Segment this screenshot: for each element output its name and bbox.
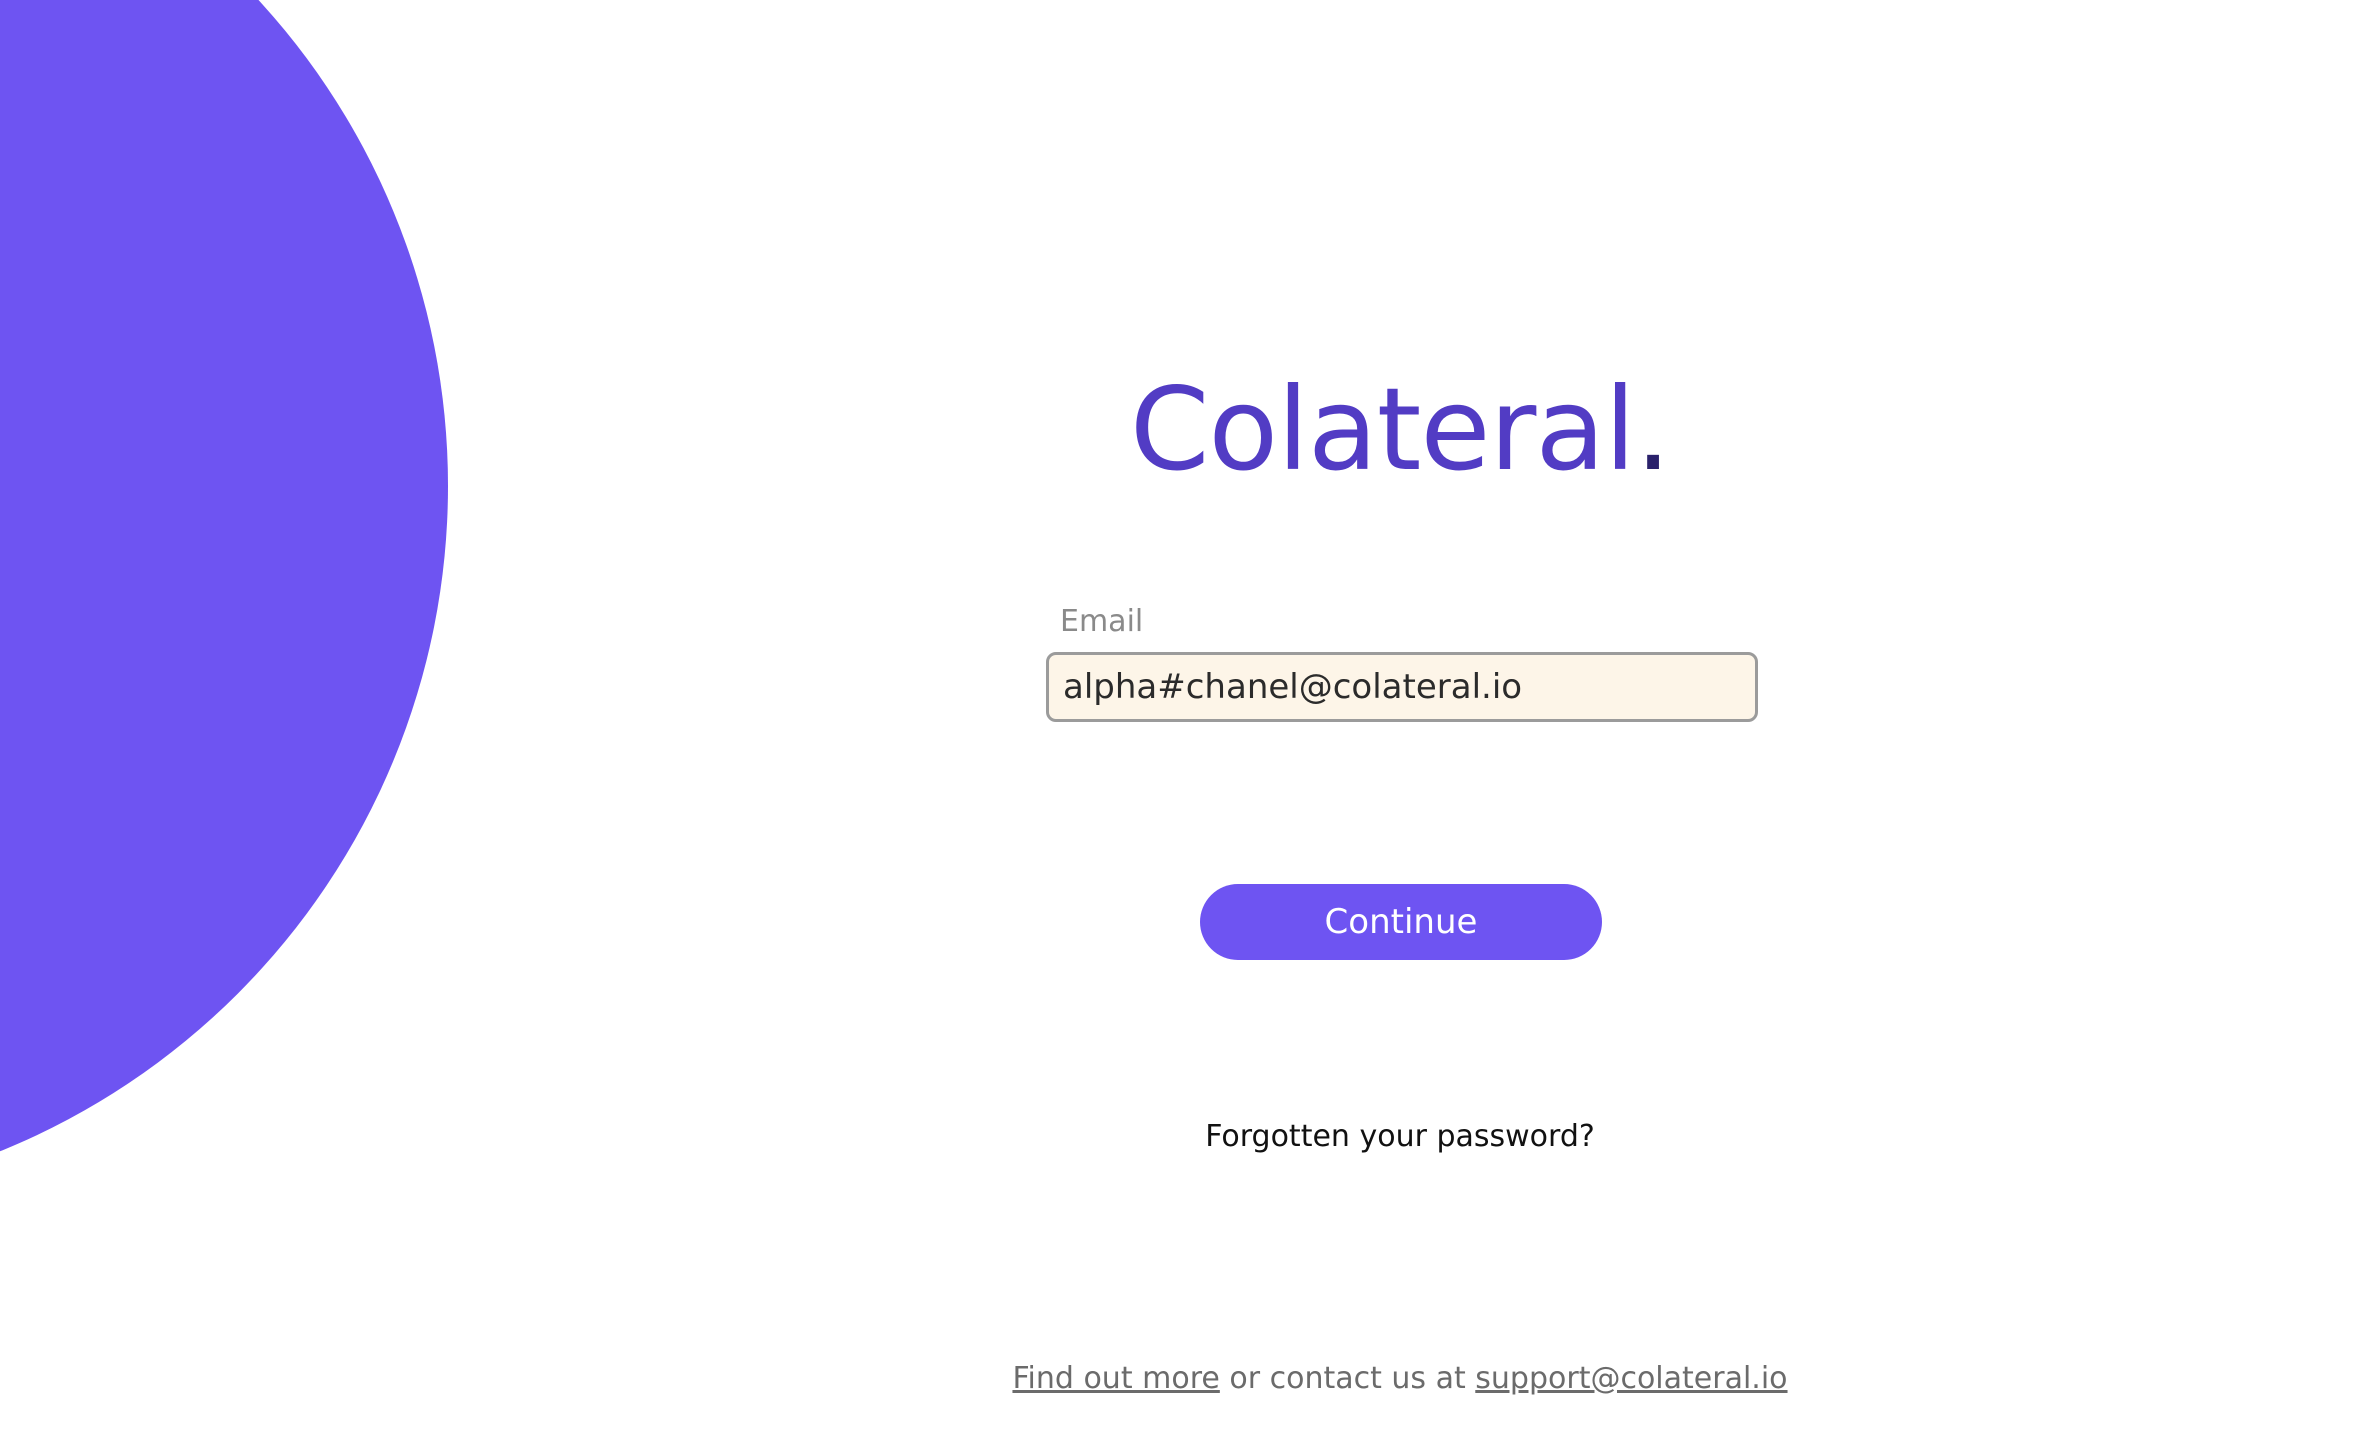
brand-logo: Colateral. [1000, 360, 1800, 500]
footer-contact-text: or contact us at [1219, 1361, 1476, 1396]
brand-logo-text: Colateral [1129, 363, 1636, 496]
footer-contact: Find out more or contact us at support@c… [1000, 1358, 1800, 1400]
email-input[interactable] [1046, 652, 1758, 722]
login-page: Colateral. Email Continue Forgotten your… [0, 0, 2356, 1432]
support-email-link[interactable]: support@colateral.io [1475, 1361, 1787, 1396]
forgot-password-link[interactable]: Forgotten your password? [1000, 1116, 1800, 1158]
decorative-circle [0, 0, 448, 1204]
continue-button[interactable]: Continue [1200, 884, 1602, 960]
brand-logo-dot: . [1634, 363, 1671, 496]
email-label: Email [1060, 604, 1144, 639]
login-panel: Colateral. Email Continue Forgotten your… [1000, 0, 1800, 1432]
find-out-more-link[interactable]: Find out more [1012, 1361, 1219, 1396]
